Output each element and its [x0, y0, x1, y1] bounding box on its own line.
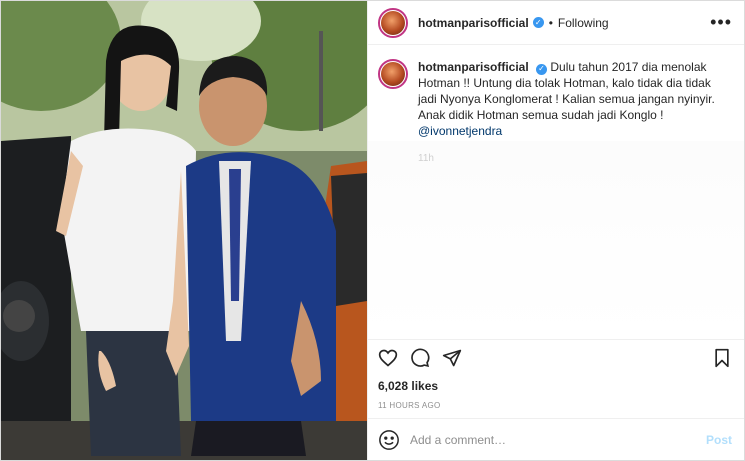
post-photo-image: [1, 1, 367, 460]
verified-badge-icon: ✓: [536, 63, 548, 75]
emoji-icon[interactable]: [378, 429, 400, 451]
likes-count[interactable]: 6,028 likes: [368, 375, 744, 393]
separator-dot: •: [548, 15, 553, 30]
post-comment-button[interactable]: Post: [706, 433, 732, 447]
comment-icon[interactable]: [410, 348, 430, 368]
instagram-post: hotmanparisofficial ✓ • Following ••• ho…: [0, 0, 745, 461]
caption-username[interactable]: hotmanparisofficial: [418, 60, 529, 74]
comment-bar: Post: [368, 418, 744, 460]
caption-mention-link[interactable]: @ivonnetjendra: [418, 124, 502, 138]
following-button[interactable]: Following: [558, 16, 609, 30]
caption-area: hotmanparisofficial ✓ Dulu tahun 2017 di…: [368, 45, 744, 339]
avatar[interactable]: [378, 7, 408, 38]
share-icon[interactable]: [442, 348, 462, 368]
post-photo[interactable]: [1, 1, 367, 460]
post-side-panel: hotmanparisofficial ✓ • Following ••• ho…: [367, 1, 744, 460]
post-header: hotmanparisofficial ✓ • Following •••: [368, 1, 744, 45]
comments-area: [368, 141, 744, 339]
heart-icon[interactable]: [378, 348, 398, 368]
verified-badge-icon: ✓: [532, 17, 544, 28]
more-options-icon[interactable]: •••: [710, 12, 732, 33]
post-timestamp[interactable]: 11 HOURS AGO: [368, 393, 744, 418]
action-bar: [368, 339, 744, 375]
avatar-image: [381, 10, 405, 35]
username[interactable]: hotmanparisofficial: [418, 16, 529, 30]
caption-avatar[interactable]: [378, 59, 408, 89]
caption-avatar-image: [381, 62, 405, 86]
comment-input[interactable]: [410, 432, 706, 447]
bookmark-icon[interactable]: [712, 348, 732, 368]
